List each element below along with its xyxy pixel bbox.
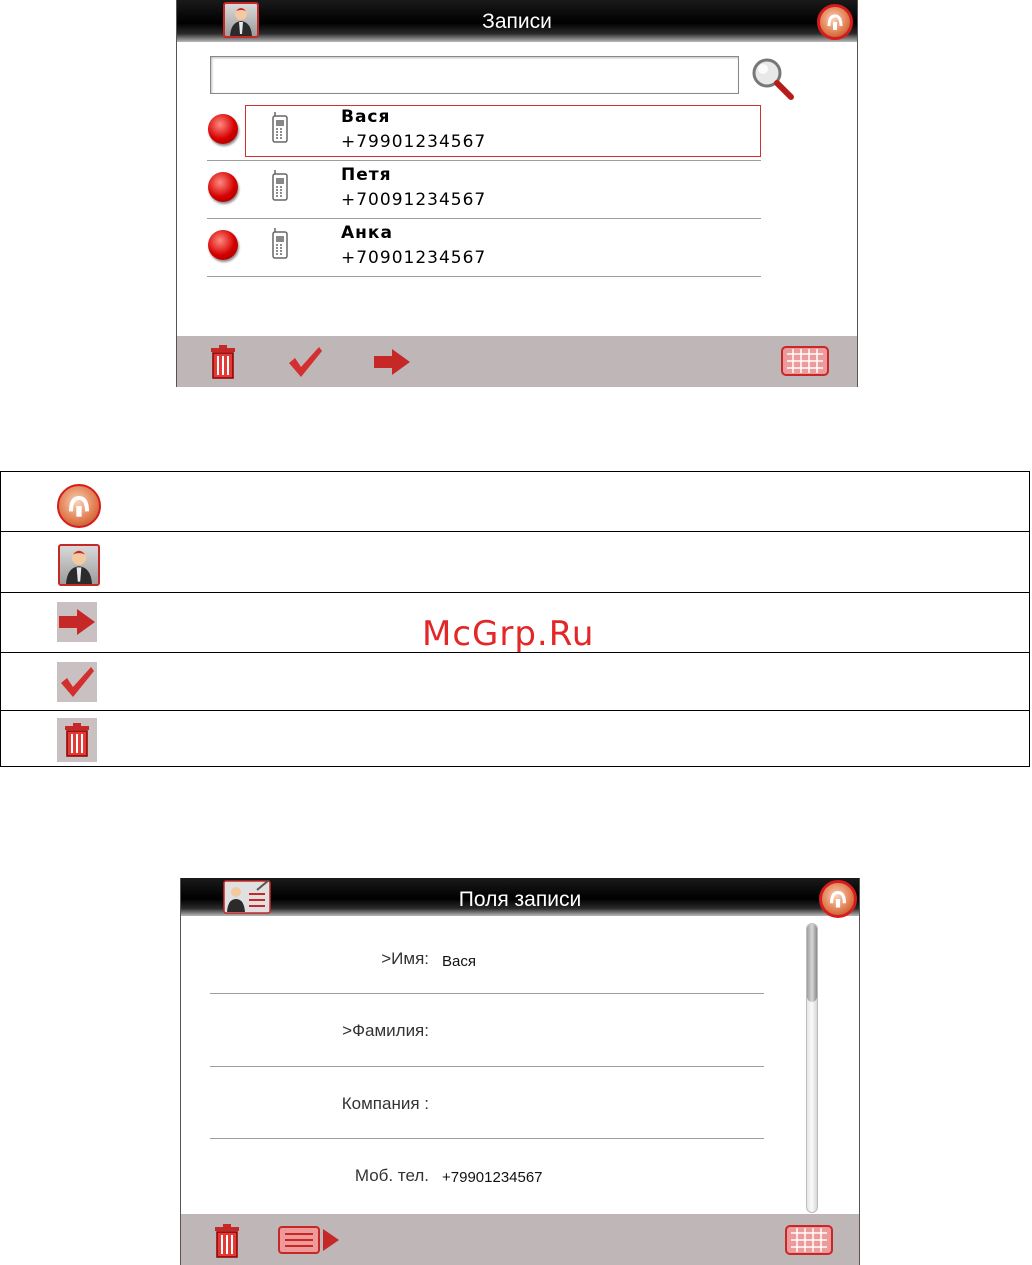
- watermark: McGrp.Ru: [422, 614, 595, 654]
- list-item[interactable]: Анка +70901234567: [202, 218, 762, 276]
- page-title: Записи: [482, 10, 552, 33]
- list-item[interactable]: Вася +79901234567: [202, 100, 762, 158]
- search-icon[interactable]: [749, 55, 795, 101]
- legend-row-home: [1, 472, 1029, 531]
- status-indicator: [208, 114, 238, 144]
- entry-name: Петя: [341, 165, 392, 185]
- entry-name: Анка: [341, 223, 393, 243]
- entry-name: Вася: [341, 107, 391, 127]
- field-row-mobile[interactable]: Моб. тел. +79901234567: [181, 1138, 801, 1210]
- page-title: Поля записи: [458, 888, 582, 911]
- trash-icon[interactable]: [208, 344, 238, 380]
- entry-number: +70091234567: [341, 190, 487, 210]
- contact-avatar-icon: [58, 544, 100, 586]
- status-indicator: [208, 230, 238, 260]
- row-divider: [207, 276, 761, 277]
- title-bar: Записи: [177, 0, 857, 42]
- field-value: Вася: [442, 953, 476, 970]
- arrow-right-icon: [57, 602, 97, 642]
- home-button[interactable]: [817, 4, 853, 40]
- legend-row-delete: [1, 710, 1029, 768]
- field-row-name[interactable]: >Имя: Вася: [181, 923, 801, 993]
- home-icon: [830, 890, 846, 908]
- record-fields-screen: Поля записи >Имя: Вася >Фамилия: Компани…: [180, 878, 860, 1265]
- home-button[interactable]: [819, 880, 857, 918]
- entry-number: +70901234567: [341, 248, 487, 268]
- bottom-toolbar: [181, 1214, 859, 1265]
- mobile-phone-icon: [272, 228, 288, 259]
- search-input[interactable]: [210, 56, 739, 94]
- field-row-surname[interactable]: >Фамилия:: [181, 993, 801, 1065]
- trash-icon: [57, 718, 97, 762]
- keyboard-icon[interactable]: [781, 345, 829, 377]
- field-label: >Фамилия:: [342, 1021, 429, 1040]
- check-icon[interactable]: [287, 345, 323, 379]
- entry-number: +79901234567: [341, 132, 487, 152]
- trash-icon[interactable]: [212, 1223, 242, 1259]
- field-label: >Имя:: [381, 949, 429, 968]
- field-label: Моб. тел.: [354, 1166, 429, 1185]
- field-value: +79901234567: [442, 1169, 543, 1186]
- arrow-right-icon[interactable]: [372, 347, 412, 377]
- legend-row-avatar: [1, 531, 1029, 593]
- field-label: Компания :: [341, 1094, 429, 1113]
- bottom-toolbar: [177, 336, 857, 387]
- field-row-company[interactable]: Компания :: [181, 1066, 801, 1138]
- mobile-phone-icon: [272, 170, 288, 201]
- title-bar: Поля записи: [181, 878, 859, 918]
- keyboard-icon[interactable]: [785, 1224, 833, 1256]
- list-item[interactable]: Петя +70091234567: [202, 160, 762, 218]
- legend-row-confirm: [1, 652, 1029, 711]
- contacts-screen: Записи Вася +79901234567 Петя +700912345…: [176, 0, 858, 387]
- scrollbar-track[interactable]: [806, 923, 818, 1213]
- home-icon: [827, 14, 843, 30]
- scrollbar-thumb[interactable]: [807, 924, 817, 1002]
- list-forward-icon[interactable]: [277, 1224, 341, 1256]
- status-indicator: [208, 172, 238, 202]
- check-icon: [57, 662, 97, 702]
- selected-entry-frame: [245, 105, 761, 157]
- home-icon: [57, 484, 101, 528]
